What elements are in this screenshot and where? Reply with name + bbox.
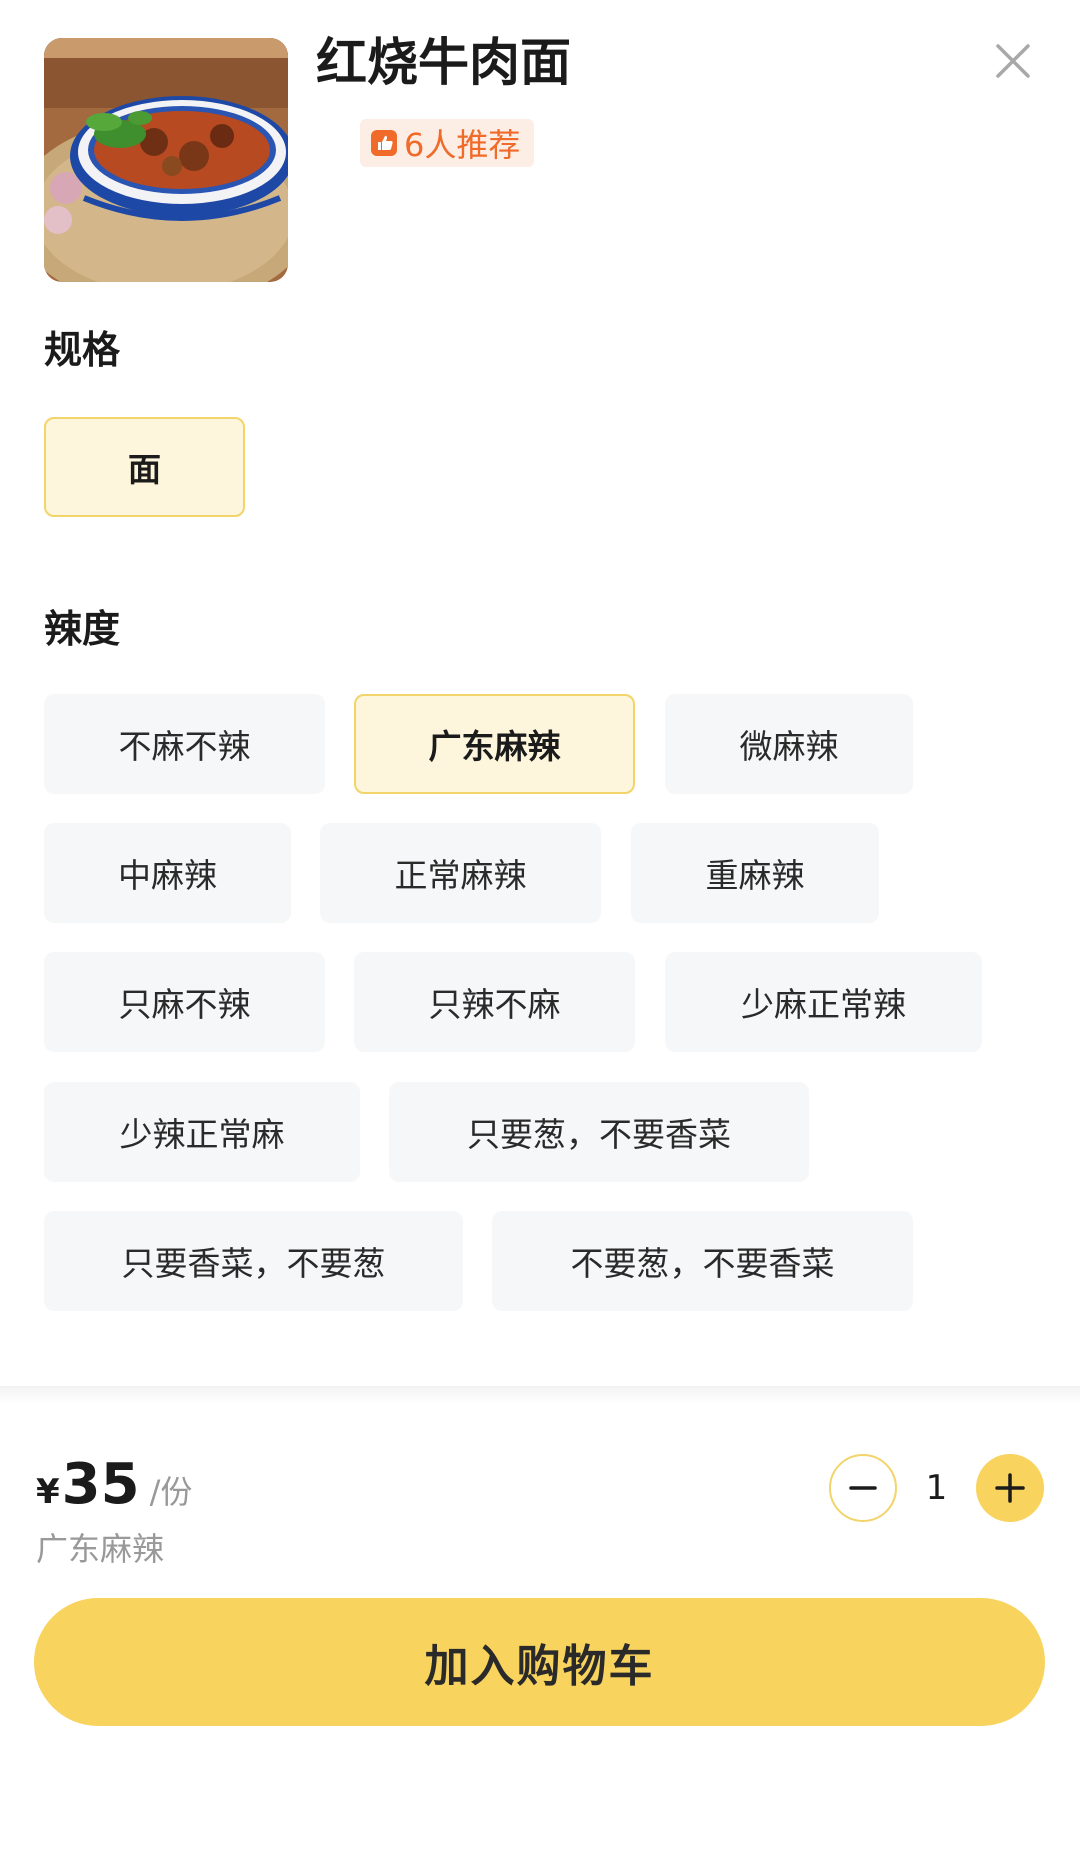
spiciness-option-less-spicy[interactable]: 少辣正常麻 [44, 1082, 360, 1182]
price: ¥ 35 /份 [36, 1452, 192, 1517]
thumbs-up-icon [371, 130, 397, 156]
minus-icon [849, 1486, 877, 1490]
quantity-value: 1 [925, 1468, 948, 1508]
spec-option-noodle[interactable]: 面 [44, 417, 245, 517]
quantity-increase-button[interactable] [976, 1454, 1044, 1522]
spiciness-option-less-numb[interactable]: 少麻正常辣 [665, 952, 982, 1052]
spiciness-section-title: 辣度 [44, 607, 121, 651]
spiciness-option-spicy-only[interactable]: 只辣不麻 [354, 952, 635, 1052]
spiciness-option-heavy[interactable]: 重麻辣 [631, 823, 879, 923]
spec-section-title: 规格 [44, 328, 121, 372]
price-unit: /份 [149, 1473, 193, 1511]
plus-icon [995, 1473, 1025, 1503]
spiciness-option-normal[interactable]: 正常麻辣 [320, 823, 601, 923]
recommend-badge: 6人推荐 [360, 119, 535, 167]
close-button[interactable] [990, 38, 1036, 84]
dish-image [44, 38, 288, 282]
quantity-decrease-button[interactable] [829, 1454, 897, 1522]
spiciness-option-numb-only[interactable]: 只麻不辣 [44, 952, 325, 1052]
spiciness-option-scallion-only[interactable]: 只要葱，不要香菜 [389, 1082, 809, 1182]
price-currency: ¥ [36, 1472, 60, 1512]
spiciness-option-mild[interactable]: 微麻辣 [665, 694, 913, 794]
recommend-text: 6人推荐 [404, 126, 521, 164]
spiciness-option-no-scallion-no-cilantro[interactable]: 不要葱，不要香菜 [492, 1211, 913, 1311]
price-value: 35 [61, 1452, 140, 1517]
spiciness-option-cilantro-only[interactable]: 只要香菜，不要葱 [44, 1211, 463, 1311]
spiciness-option-guangdong[interactable]: 广东麻辣 [354, 694, 635, 794]
close-icon [996, 44, 1030, 78]
spiciness-option-medium[interactable]: 中麻辣 [44, 823, 291, 923]
spiciness-option-none[interactable]: 不麻不辣 [44, 694, 325, 794]
product-options-sheet: 红烧牛肉面 6人推荐 规格 面 辣度 不麻不辣 广东麻辣 微麻辣 中麻辣 正常麻… [0, 0, 1080, 1864]
selected-options-summary: 广东麻辣 [36, 1530, 165, 1568]
beef-noodle-bowl-photo [44, 38, 288, 282]
dish-title: 红烧牛肉面 [316, 34, 572, 93]
footer-divider [0, 1386, 1080, 1404]
add-to-cart-button[interactable]: 加入购物车 [34, 1598, 1045, 1726]
